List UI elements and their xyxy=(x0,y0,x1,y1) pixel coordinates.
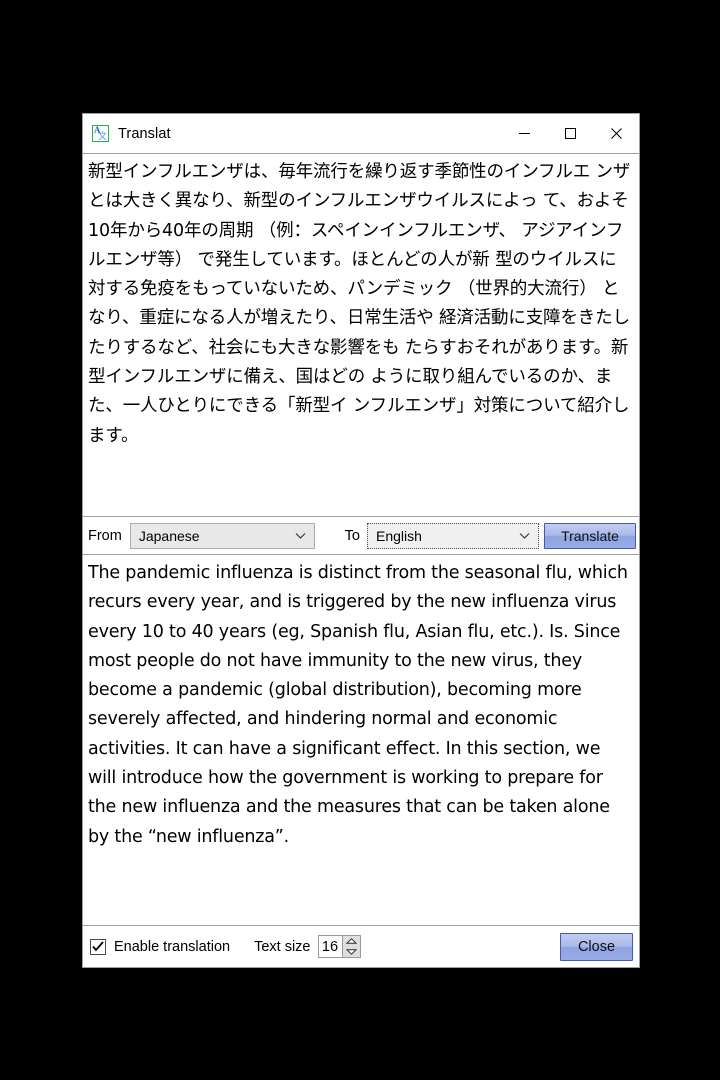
from-language-value: Japanese xyxy=(138,527,200,544)
minimize-button[interactable] xyxy=(501,114,547,153)
app-icon-japanese-letter: 文 xyxy=(97,132,107,142)
close-icon xyxy=(610,128,622,139)
target-text[interactable]: The pandemic influenza is distinct from … xyxy=(83,555,639,852)
language-control-bar: From Japanese To English Translate xyxy=(83,517,639,554)
translate-window: A 文 Translat 新型インフルエンザは、毎年流行を繰り返す季節性のインフ… xyxy=(82,113,640,968)
enable-translation-checkbox[interactable] xyxy=(90,938,106,955)
text-size-label: Text size xyxy=(254,938,311,955)
spinner-up-icon xyxy=(345,938,357,944)
to-language-value: English xyxy=(376,527,422,544)
text-size-stepper[interactable]: 16 xyxy=(317,935,361,958)
maximize-icon xyxy=(564,128,576,139)
source-text-area[interactable]: 新型インフルエンザは、毎年流行を繰り返す季節性のインフルエ ンザとは大きく異なり… xyxy=(83,153,639,517)
enable-translation-label: Enable translation xyxy=(114,938,231,955)
to-label: To xyxy=(344,527,360,544)
minimize-icon xyxy=(518,133,530,134)
close-window-button[interactable] xyxy=(593,114,639,153)
target-text-area[interactable]: The pandemic influenza is distinct from … xyxy=(83,554,639,926)
text-size-spin-buttons xyxy=(341,936,360,958)
chevron-down-icon xyxy=(295,532,306,539)
text-size-decrement-button[interactable] xyxy=(343,947,360,958)
window-controls xyxy=(501,114,639,153)
footer-bar: Enable translation Text size 16 Close xyxy=(83,926,639,967)
close-button[interactable]: Close xyxy=(560,932,633,961)
from-label: From xyxy=(88,527,122,544)
window-titlebar[interactable]: A 文 Translat xyxy=(83,114,639,153)
from-language-select[interactable]: Japanese xyxy=(129,522,315,549)
to-language-select[interactable]: English xyxy=(367,522,539,549)
source-text[interactable]: 新型インフルエンザは、毎年流行を繰り返す季節性のインフルエ ンザとは大きく異なり… xyxy=(83,154,639,451)
text-size-increment-button[interactable] xyxy=(343,936,360,947)
translate-button[interactable]: Translate xyxy=(544,522,636,549)
to-language-group: To English Translate xyxy=(344,522,636,549)
window-title: Translat xyxy=(118,125,171,142)
text-size-value[interactable]: 16 xyxy=(318,936,342,957)
spinner-down-icon xyxy=(345,949,357,955)
chevron-down-icon xyxy=(519,532,530,539)
check-icon xyxy=(92,941,104,952)
maximize-button[interactable] xyxy=(547,114,593,153)
translate-app-icon: A 文 xyxy=(92,125,109,142)
